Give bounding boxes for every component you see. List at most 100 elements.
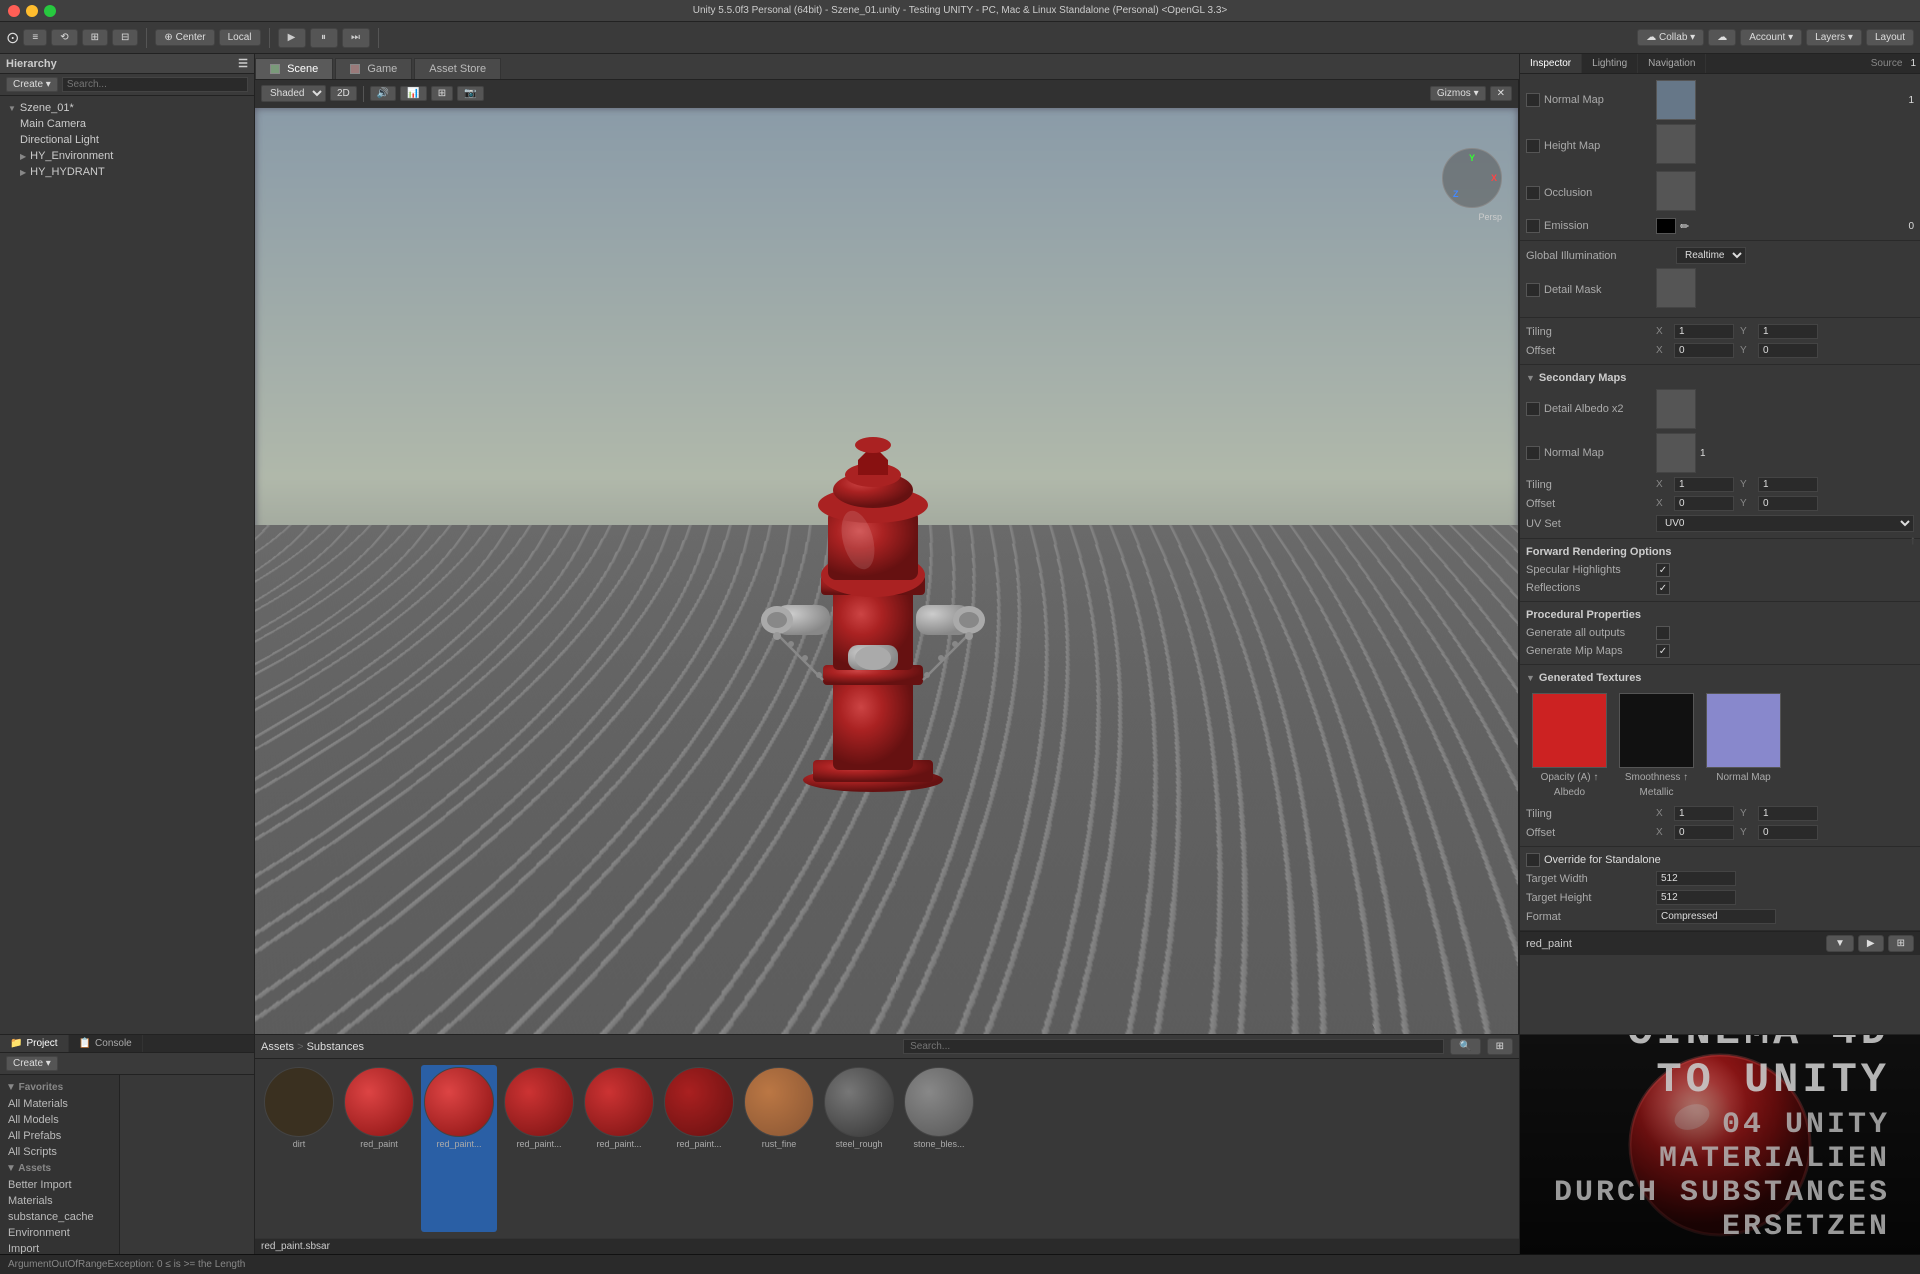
hierarchy-item-scene[interactable]: ▼ Szene_01* bbox=[0, 100, 254, 116]
tree-all-materials[interactable]: All Materials bbox=[0, 1096, 119, 1112]
material-opt-btn[interactable]: ⊞ bbox=[1888, 935, 1914, 952]
asset-rust-fine[interactable]: rust_fine bbox=[741, 1065, 817, 1232]
asset-red-paint-5[interactable]: red_paint... bbox=[661, 1065, 737, 1232]
normal-map-texture[interactable]: Normal Map bbox=[1706, 693, 1781, 798]
toolbar-button-1[interactable]: ≡ bbox=[23, 29, 47, 46]
occlusion-checkbox[interactable] bbox=[1526, 186, 1540, 200]
tree-all-scripts[interactable]: All Scripts bbox=[0, 1144, 119, 1160]
tree-environment[interactable]: Environment bbox=[0, 1225, 119, 1241]
height-map-checkbox[interactable] bbox=[1526, 139, 1540, 153]
hierarchy-item-environment[interactable]: ▶ HY_Environment bbox=[0, 148, 254, 164]
asset-red-paint-4[interactable]: red_paint... bbox=[581, 1065, 657, 1232]
asset-red-paint-3[interactable]: red_paint... bbox=[501, 1065, 577, 1232]
hierarchy-menu-icon[interactable]: ☰ bbox=[238, 57, 248, 70]
override-checkbox[interactable] bbox=[1526, 853, 1540, 867]
asset-red-paint-2[interactable]: red_paint... bbox=[421, 1065, 497, 1232]
uv-set-dropdown[interactable]: UV0 bbox=[1656, 515, 1914, 532]
asset-steel-rough[interactable]: steel_rough bbox=[821, 1065, 897, 1232]
offset-y-input[interactable] bbox=[1758, 343, 1818, 358]
tree-all-prefabs[interactable]: All Prefabs bbox=[0, 1128, 119, 1144]
detail-mask-thumb[interactable] bbox=[1656, 268, 1696, 308]
step-button[interactable]: ⏭ bbox=[342, 28, 370, 48]
sec-tiling-x[interactable] bbox=[1674, 477, 1734, 492]
hierarchy-create-btn[interactable]: Create ▾ bbox=[6, 77, 58, 92]
close-button[interactable] bbox=[8, 5, 20, 17]
project-create-btn[interactable]: Create ▾ bbox=[6, 1056, 58, 1071]
normal-map-checkbox[interactable] bbox=[1526, 93, 1540, 107]
transform-local-btn[interactable]: Local bbox=[219, 29, 261, 46]
console-tab[interactable]: 📋 Console bbox=[69, 1035, 143, 1052]
scene-gizmo[interactable]: Y X Z Persp bbox=[1442, 148, 1502, 208]
tree-substance-cache[interactable]: substance_cache bbox=[0, 1209, 119, 1225]
sec-normal-map-thumb[interactable] bbox=[1656, 433, 1696, 473]
inspector-tab-lighting[interactable]: Lighting bbox=[1582, 54, 1638, 73]
tree-better-import[interactable]: Better Import bbox=[0, 1177, 119, 1193]
tiling-y-input[interactable] bbox=[1758, 324, 1818, 339]
asset-search-btn[interactable]: 🔍 bbox=[1450, 1038, 1480, 1055]
target-width-input[interactable] bbox=[1656, 871, 1736, 886]
asset-search-input[interactable] bbox=[903, 1039, 1444, 1054]
asset-dirt[interactable]: dirt bbox=[261, 1065, 337, 1232]
toolbar-button-4[interactable]: ⊟ bbox=[112, 29, 138, 46]
layout-button[interactable]: Layout bbox=[1866, 29, 1914, 46]
2d-toggle[interactable]: 2D bbox=[330, 86, 357, 101]
vp-close-btn[interactable]: ✕ bbox=[1490, 86, 1512, 101]
gen-offset-y[interactable] bbox=[1758, 825, 1818, 840]
vp-camera-btn[interactable]: 📷 bbox=[457, 86, 483, 101]
offset-x-input[interactable] bbox=[1674, 343, 1734, 358]
emission-checkbox[interactable] bbox=[1526, 219, 1540, 233]
gen-offset-x[interactable] bbox=[1674, 825, 1734, 840]
tab-game[interactable]: Game bbox=[335, 58, 412, 79]
occlusion-thumb[interactable] bbox=[1656, 171, 1696, 211]
metallic-texture[interactable]: Smoothness ↑ Metallic bbox=[1619, 693, 1694, 798]
play-button[interactable]: ▶ bbox=[278, 28, 306, 48]
layers-button[interactable]: Layers ▾ bbox=[1806, 29, 1862, 46]
sec-offset-x[interactable] bbox=[1674, 496, 1734, 511]
collab-button[interactable]: ☁ Collab ▾ bbox=[1637, 29, 1704, 46]
shading-dropdown[interactable]: Shaded bbox=[261, 85, 326, 102]
hierarchy-search[interactable] bbox=[62, 77, 248, 92]
material-play-btn[interactable]: ▶ bbox=[1858, 935, 1884, 952]
pause-button[interactable]: ⏸ bbox=[310, 28, 338, 48]
detail-mask-checkbox[interactable] bbox=[1526, 283, 1540, 297]
account-button[interactable]: Account ▾ bbox=[1740, 29, 1802, 46]
vp-overlay-btn[interactable]: ⊞ bbox=[431, 86, 453, 101]
vp-audio-btn[interactable]: 🔊 bbox=[370, 86, 396, 101]
toolbar-button-2[interactable]: ⟲ bbox=[51, 29, 77, 46]
sec-tiling-y[interactable] bbox=[1758, 477, 1818, 492]
hierarchy-item-light[interactable]: Directional Light bbox=[0, 132, 254, 148]
format-input[interactable] bbox=[1656, 909, 1776, 924]
asset-red-paint-1[interactable]: red_paint bbox=[341, 1065, 417, 1232]
detail-albedo-thumb[interactable] bbox=[1656, 389, 1696, 429]
transform-center-btn[interactable]: ⊕ Center bbox=[155, 29, 214, 46]
reflections-checkbox[interactable] bbox=[1656, 581, 1670, 595]
minimize-button[interactable] bbox=[26, 5, 38, 17]
scene-viewport[interactable]: Shaded 2D 🔊 📊 ⊞ 📷 Gizmos ▾ ✕ bbox=[255, 80, 1519, 1034]
tree-materials[interactable]: Materials bbox=[0, 1193, 119, 1209]
albedo-texture[interactable]: Opacity (A) ↑ Albedo bbox=[1532, 693, 1607, 798]
tree-import[interactable]: Import bbox=[0, 1241, 119, 1254]
tab-asset-store[interactable]: Asset Store bbox=[414, 58, 501, 79]
gi-dropdown[interactable]: Realtime bbox=[1676, 247, 1746, 264]
cloud-button[interactable]: ☁ bbox=[1708, 29, 1736, 46]
vp-stats-btn[interactable]: 📊 bbox=[400, 86, 426, 101]
inspector-tab-navigation[interactable]: Navigation bbox=[1638, 54, 1706, 73]
tab-scene[interactable]: Scene bbox=[255, 58, 333, 79]
gen-tiling-x[interactable] bbox=[1674, 806, 1734, 821]
toolbar-button-3[interactable]: ⊞ bbox=[82, 29, 108, 46]
generate-mips-checkbox[interactable] bbox=[1656, 644, 1670, 658]
asset-view-btn[interactable]: ⊞ bbox=[1487, 1038, 1513, 1055]
height-map-thumb[interactable] bbox=[1656, 124, 1696, 164]
sec-offset-y[interactable] bbox=[1758, 496, 1818, 511]
inspector-tab-inspector[interactable]: Inspector bbox=[1520, 54, 1582, 73]
tree-all-models[interactable]: All Models bbox=[0, 1112, 119, 1128]
detail-albedo-checkbox[interactable] bbox=[1526, 402, 1540, 416]
specular-checkbox[interactable] bbox=[1656, 563, 1670, 577]
material-prev-btn[interactable]: ▼ bbox=[1826, 935, 1854, 952]
generate-outputs-checkbox[interactable] bbox=[1656, 626, 1670, 640]
tiling-x-input[interactable] bbox=[1674, 324, 1734, 339]
asset-stone[interactable]: stone_bles... bbox=[901, 1065, 977, 1232]
maximize-button[interactable] bbox=[44, 5, 56, 17]
gizmos-button[interactable]: Gizmos ▾ bbox=[1430, 86, 1486, 101]
emission-color-swatch[interactable] bbox=[1656, 218, 1676, 234]
